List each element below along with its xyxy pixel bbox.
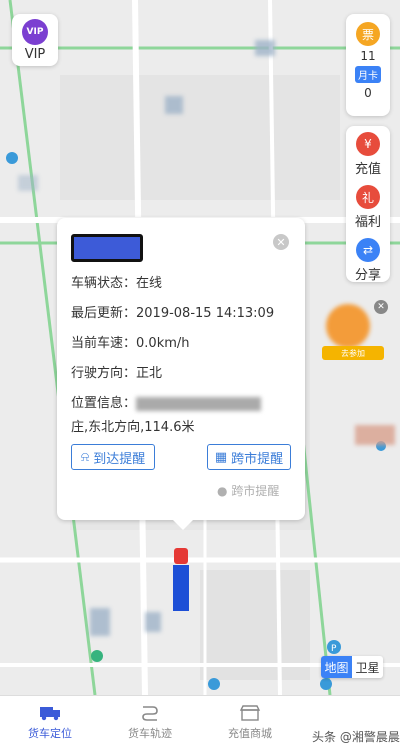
gift-icon: 礼 <box>355 185 380 209</box>
promo-image <box>326 304 370 348</box>
satellite-view-option[interactable]: 卫星 <box>352 656 383 678</box>
tab-truck-track[interactable]: 货车轨迹 <box>100 696 200 750</box>
location-redacted <box>136 396 262 411</box>
close-icon[interactable]: ✕ <box>374 300 388 314</box>
location-row: 位置信息： <box>71 392 262 411</box>
ticket-panel[interactable]: 票 11 月卡 0 <box>346 14 390 116</box>
status-label: 车辆状态： <box>71 276 137 291</box>
cross-city-hint-label: 跨市提醒 <box>231 484 280 498</box>
share-icon: ⇄ <box>355 238 380 262</box>
side-menu: ¥ 充值 礼 福利 ⇄ 分享 <box>346 126 390 283</box>
promo-badge[interactable]: 去参加 ✕ <box>320 300 388 360</box>
cross-city-alert-button[interactable]: ▦ 跨市提醒 <box>207 444 291 470</box>
bell-icon: ⍾ <box>80 449 90 465</box>
status-value: 在线 <box>136 276 163 291</box>
direction-value: 正北 <box>136 366 163 381</box>
last-update-label: 最后更新： <box>71 306 137 321</box>
ticket-icon: 票 <box>356 22 380 46</box>
share-label: 分享 <box>354 268 381 283</box>
truck-body <box>173 565 189 611</box>
recharge-label: 充值 <box>354 162 381 177</box>
building-icon: ▦ <box>214 449 228 465</box>
yen-icon: ¥ <box>355 132 380 156</box>
status-row: 车辆状态：在线 <box>71 272 162 291</box>
vip-label: VIP <box>24 46 46 62</box>
route-icon <box>142 706 158 721</box>
tab-label: 充值商城 <box>228 727 272 740</box>
direction-row: 行驶方向：正北 <box>71 362 162 381</box>
speed-row: 当前车速：0.0km/h <box>71 332 190 351</box>
arrive-alert-button[interactable]: ⍾ 到达提醒 <box>71 444 155 470</box>
tab-label: 货车定位 <box>28 727 72 740</box>
tab-label: 货车轨迹 <box>128 727 172 740</box>
store-icon <box>239 705 261 721</box>
map-view-option[interactable]: 地图 <box>321 656 352 678</box>
cross-city-hint[interactable]: ● 跨市提醒 <box>217 482 279 499</box>
map-type-switch[interactable]: 地图 卫星 <box>321 656 383 678</box>
direction-label: 行驶方向： <box>71 366 137 381</box>
cross-city-alert-label: 跨市提醒 <box>231 451 284 467</box>
vehicle-info-popup: ✕ 车辆状态：在线 最后更新：2019-08-15 14:13:09 当前车速：… <box>57 218 305 530</box>
last-update-value: 2019-08-15 14:13:09 <box>136 306 275 321</box>
help-icon: ● <box>217 484 228 498</box>
tab-recharge-store[interactable]: 充值商城 <box>200 696 300 750</box>
tab-truck-location[interactable]: 货车定位 <box>0 696 100 750</box>
share-button[interactable]: ⇄ 分享 <box>355 238 381 283</box>
ticket-count: 11 <box>360 49 376 63</box>
last-update-row: 最后更新：2019-08-15 14:13:09 <box>71 302 274 321</box>
truck-cab <box>174 548 188 564</box>
crown-icon: VIP <box>22 18 48 45</box>
location-label: 位置信息： <box>71 396 137 411</box>
monthly-card-tag[interactable]: 月卡 <box>355 66 381 83</box>
truck-icon <box>40 707 60 721</box>
promo-tag: 去参加 <box>322 346 384 360</box>
svg-text:P: P <box>331 644 337 654</box>
vip-button[interactable]: VIP VIP <box>12 14 58 66</box>
speed-value: 0.0km/h <box>136 336 190 351</box>
close-icon[interactable]: ✕ <box>273 234 289 250</box>
location-tail: 庄,东北方向,114.6米 <box>71 420 195 435</box>
welfare-label: 福利 <box>354 215 381 230</box>
speed-label: 当前车速： <box>71 336 137 351</box>
license-plate <box>71 234 143 262</box>
arrive-alert-label: 到达提醒 <box>93 451 146 467</box>
welfare-button[interactable]: 礼 福利 <box>355 185 381 230</box>
watermark: 头条 @湘警晨晨 <box>312 730 400 744</box>
recharge-button[interactable]: ¥ 充值 <box>355 132 381 177</box>
monthly-card-count: 0 <box>364 86 372 100</box>
